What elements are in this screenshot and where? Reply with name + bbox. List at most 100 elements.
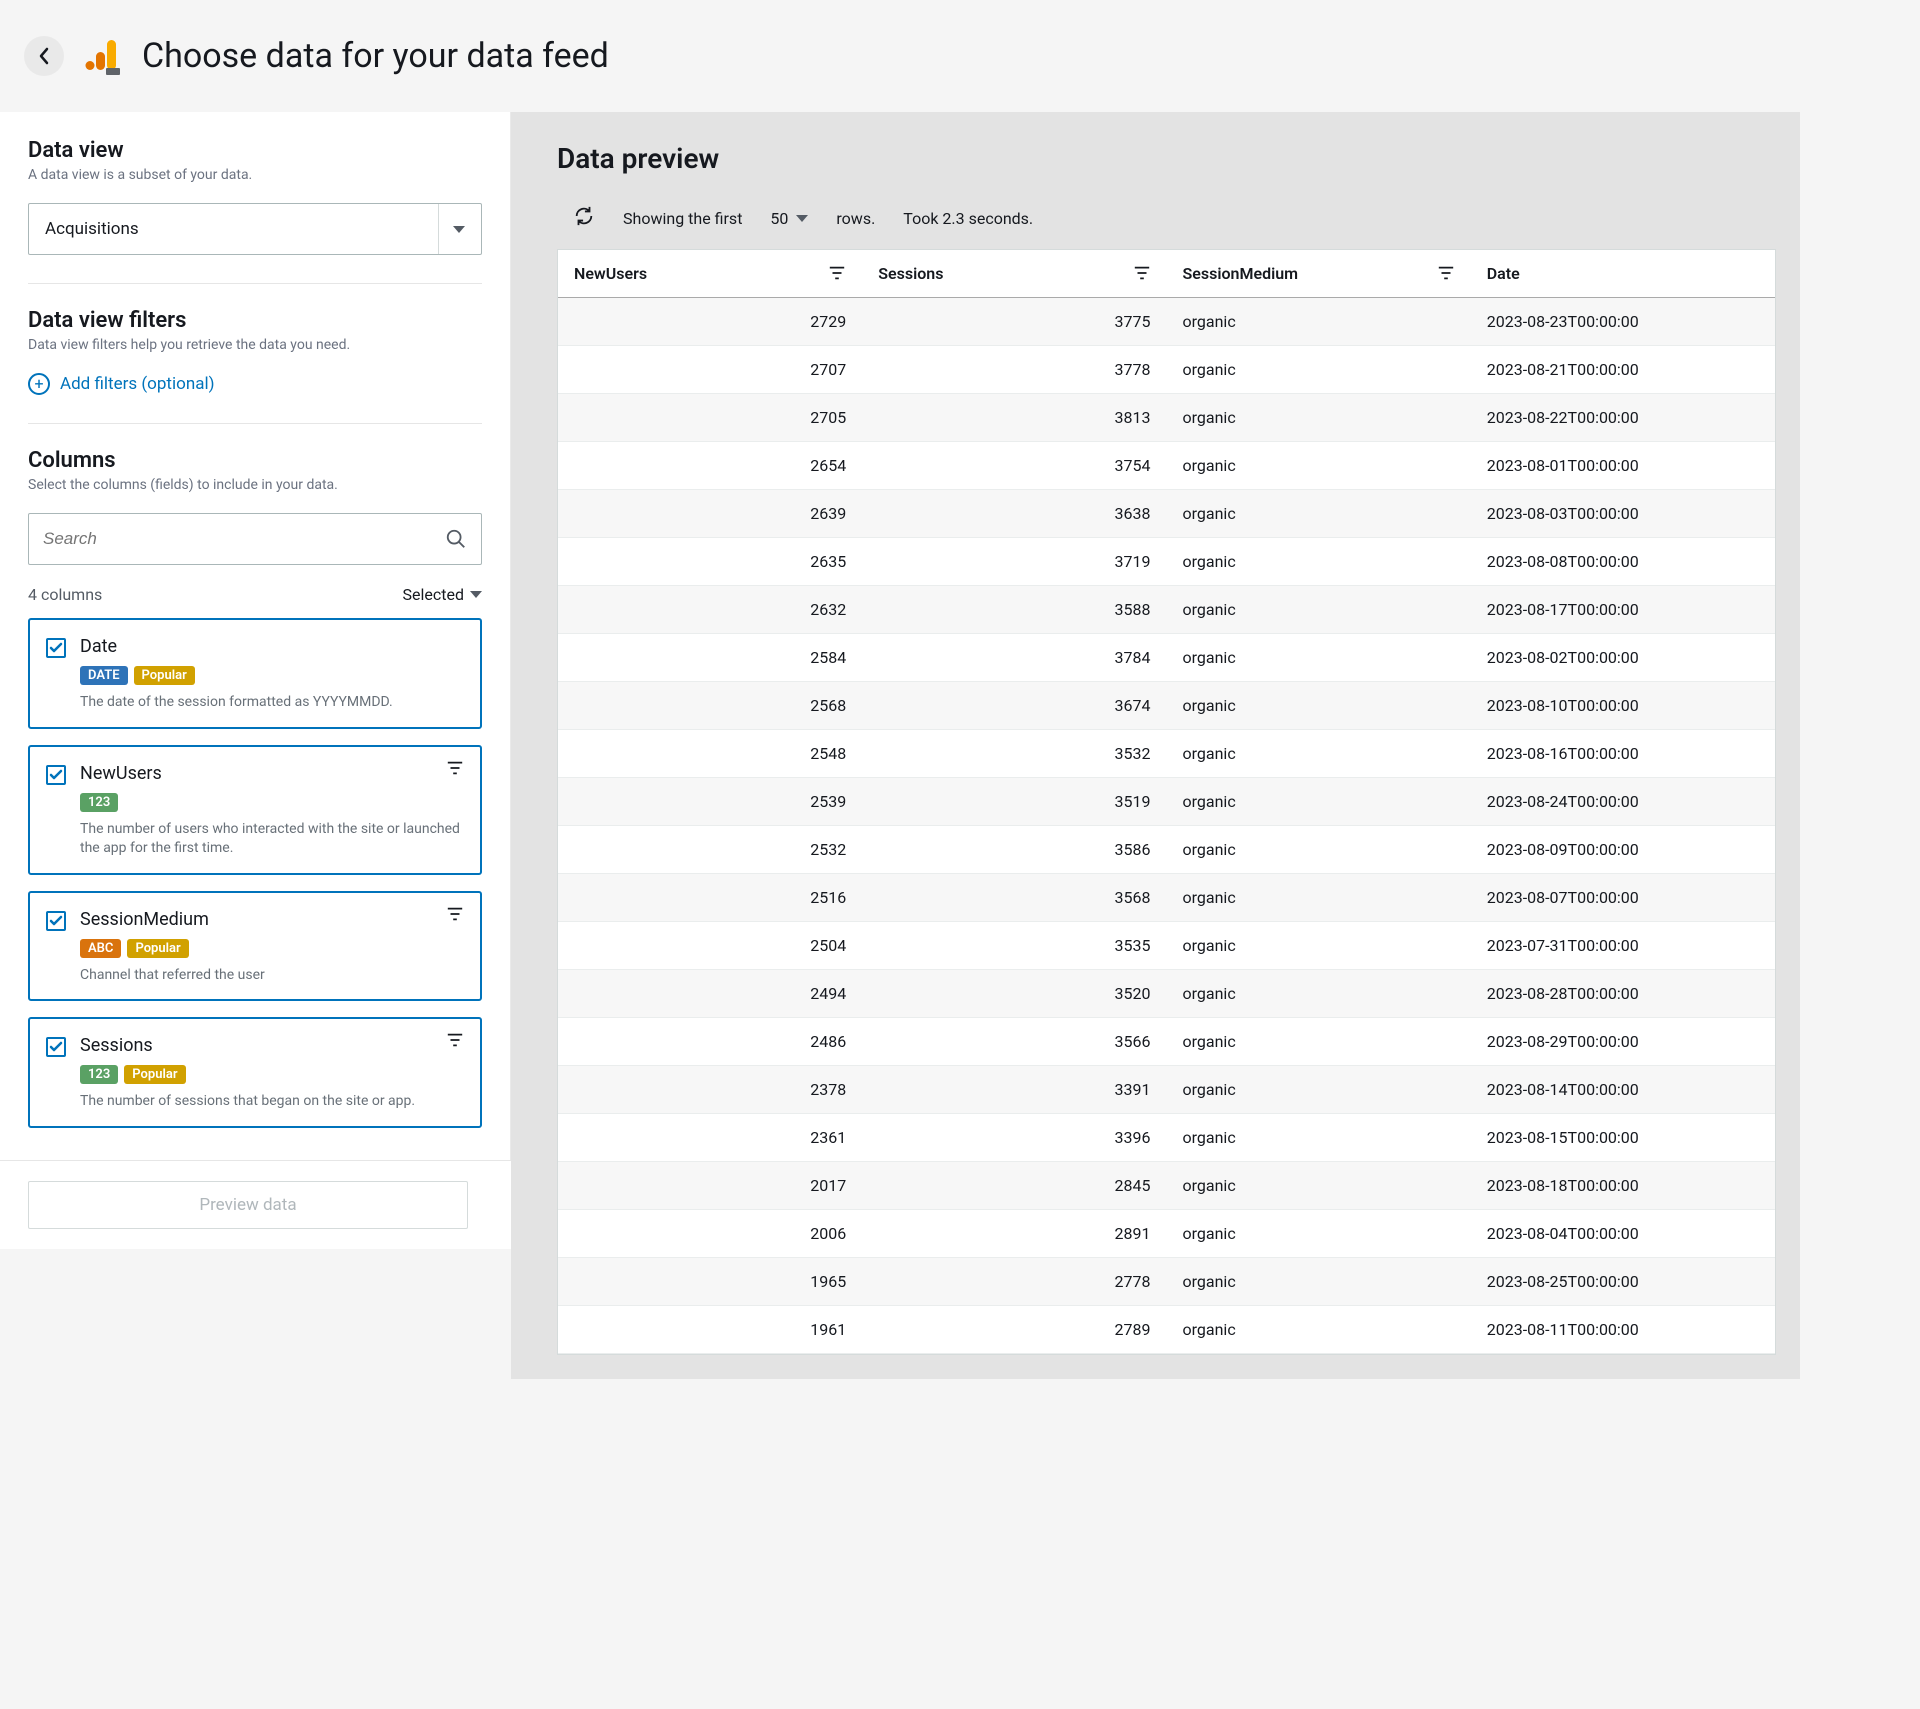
cell-sessions: 2891	[862, 1210, 1166, 1258]
column-card[interactable]: NewUsers123The number of users who inter…	[28, 745, 482, 875]
filter-icon[interactable]	[828, 264, 846, 286]
cell-newusers: 2729	[558, 298, 862, 346]
cell-newusers: 2532	[558, 826, 862, 874]
cell-medium: organic	[1167, 1114, 1471, 1162]
header: Choose data for your data feed	[0, 0, 1800, 112]
filter-icon[interactable]	[1133, 264, 1151, 286]
table-row: 25043535organic2023-07-31T00:00:00	[558, 922, 1775, 970]
column-checkbox[interactable]	[46, 638, 66, 658]
cell-date: 2023-08-02T00:00:00	[1471, 634, 1775, 682]
cell-sessions: 2778	[862, 1258, 1166, 1306]
preview-data-button[interactable]: Preview data	[28, 1181, 468, 1229]
cell-sessions: 3719	[862, 538, 1166, 586]
table-row: 19652778organic2023-08-25T00:00:00	[558, 1258, 1775, 1306]
th-sessionmedium[interactable]: SessionMedium	[1167, 250, 1471, 298]
sidebar-footer: Preview data	[0, 1160, 511, 1249]
data-preview-table: NewUsers Sessions	[558, 250, 1775, 1354]
cell-sessions: 3568	[862, 874, 1166, 922]
cell-newusers: 2516	[558, 874, 862, 922]
column-card[interactable]: SessionMediumABCPopularChannel that refe…	[28, 891, 482, 1002]
column-search-input[interactable]	[43, 529, 445, 549]
plus-circle-icon: +	[28, 373, 50, 395]
cell-newusers: 2539	[558, 778, 862, 826]
column-checkbox[interactable]	[46, 1037, 66, 1057]
columns-desc: Select the columns (fields) to include i…	[28, 477, 482, 493]
cell-medium: organic	[1167, 346, 1471, 394]
cell-medium: organic	[1167, 730, 1471, 778]
add-filters-label: Add filters (optional)	[60, 374, 215, 394]
cell-newusers: 2504	[558, 922, 862, 970]
columns-selected-label: Selected	[403, 585, 464, 604]
cell-sessions: 3778	[862, 346, 1166, 394]
table-row: 27053813organic2023-08-22T00:00:00	[558, 394, 1775, 442]
cell-medium: organic	[1167, 1066, 1471, 1114]
cell-sessions: 3396	[862, 1114, 1166, 1162]
cell-sessions: 3775	[862, 298, 1166, 346]
column-name: NewUsers	[80, 763, 162, 784]
cell-date: 2023-07-31T00:00:00	[1471, 922, 1775, 970]
badge: DATE	[80, 666, 128, 685]
column-checkbox[interactable]	[46, 911, 66, 931]
column-desc: The date of the session formatted as YYY…	[80, 693, 464, 713]
cell-newusers: 2635	[558, 538, 862, 586]
filter-icon[interactable]	[446, 1031, 464, 1053]
cell-date: 2023-08-23T00:00:00	[1471, 298, 1775, 346]
table-row: 19612789organic2023-08-11T00:00:00	[558, 1306, 1775, 1354]
cell-newusers: 2568	[558, 682, 862, 730]
preview-title: Data preview	[511, 112, 1800, 175]
cell-sessions: 3391	[862, 1066, 1166, 1114]
cell-sessions: 3519	[862, 778, 1166, 826]
cell-date: 2023-08-21T00:00:00	[1471, 346, 1775, 394]
column-search[interactable]	[28, 513, 482, 565]
refresh-button[interactable]	[573, 205, 595, 231]
cell-newusers: 2707	[558, 346, 862, 394]
cell-medium: organic	[1167, 826, 1471, 874]
cell-sessions: 3532	[862, 730, 1166, 778]
cell-newusers: 2494	[558, 970, 862, 1018]
cell-sessions: 3566	[862, 1018, 1166, 1066]
cell-date: 2023-08-28T00:00:00	[1471, 970, 1775, 1018]
table-row: 26353719organic2023-08-08T00:00:00	[558, 538, 1775, 586]
th-date[interactable]: Date	[1471, 250, 1775, 298]
table-row: 20172845organic2023-08-18T00:00:00	[558, 1162, 1775, 1210]
add-filters-link[interactable]: + Add filters (optional)	[28, 373, 482, 395]
columns-sort-selected[interactable]: Selected	[403, 585, 482, 604]
table-row: 23783391organic2023-08-14T00:00:00	[558, 1066, 1775, 1114]
badge: Popular	[134, 666, 195, 685]
cell-medium: organic	[1167, 634, 1471, 682]
cell-newusers: 2654	[558, 442, 862, 490]
preview-panel: Data preview Showing the first 50 rows. …	[511, 112, 1800, 1379]
row-count-select[interactable]: 50	[770, 209, 808, 228]
th-newusers[interactable]: NewUsers	[558, 250, 862, 298]
cell-sessions: 3638	[862, 490, 1166, 538]
cell-sessions: 3588	[862, 586, 1166, 634]
cell-medium: organic	[1167, 778, 1471, 826]
column-card[interactable]: DateDATEPopularThe date of the session f…	[28, 618, 482, 729]
cell-date: 2023-08-04T00:00:00	[1471, 1210, 1775, 1258]
refresh-icon	[573, 205, 595, 227]
cell-date: 2023-08-10T00:00:00	[1471, 682, 1775, 730]
table-row: 25393519organic2023-08-24T00:00:00	[558, 778, 1775, 826]
cell-date: 2023-08-03T00:00:00	[1471, 490, 1775, 538]
column-checkbox[interactable]	[46, 765, 66, 785]
table-row: 24863566organic2023-08-29T00:00:00	[558, 1018, 1775, 1066]
filter-icon[interactable]	[446, 759, 464, 781]
column-name: SessionMedium	[80, 909, 209, 930]
back-button[interactable]	[24, 36, 64, 76]
filter-icon[interactable]	[1437, 264, 1455, 286]
divider	[28, 283, 482, 284]
data-view-select[interactable]: Acquisitions	[28, 203, 482, 255]
rows-suffix: rows.	[836, 209, 875, 228]
table-row: 26323588organic2023-08-17T00:00:00	[558, 586, 1775, 634]
cell-medium: organic	[1167, 922, 1471, 970]
cell-newusers: 2006	[558, 1210, 862, 1258]
cell-date: 2023-08-25T00:00:00	[1471, 1258, 1775, 1306]
table-row: 24943520organic2023-08-28T00:00:00	[558, 970, 1775, 1018]
table-row: 26543754organic2023-08-01T00:00:00	[558, 442, 1775, 490]
cell-sessions: 3784	[862, 634, 1166, 682]
filter-icon[interactable]	[446, 905, 464, 927]
column-card[interactable]: Sessions123PopularThe number of sessions…	[28, 1017, 482, 1128]
th-sessions[interactable]: Sessions	[862, 250, 1166, 298]
cell-sessions: 3586	[862, 826, 1166, 874]
cell-newusers: 2017	[558, 1162, 862, 1210]
